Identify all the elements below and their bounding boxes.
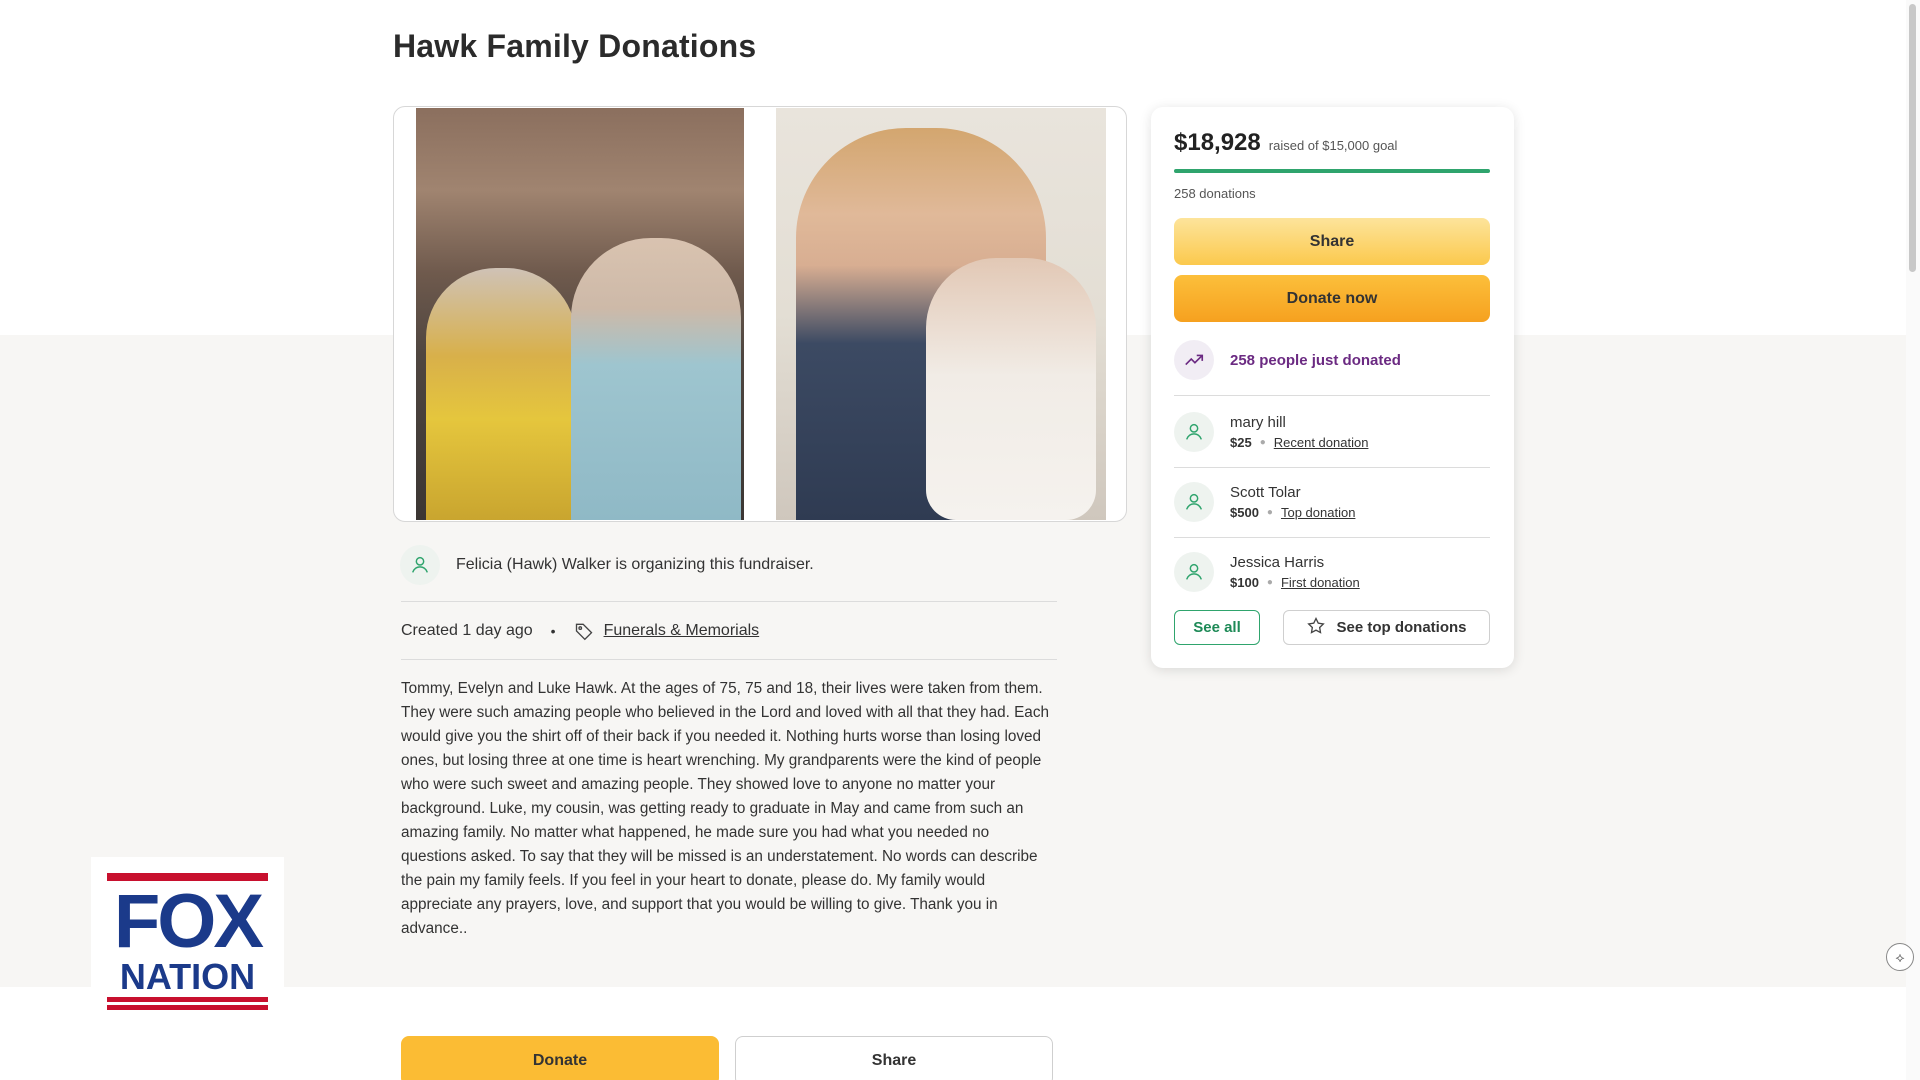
share-button[interactable]: Share <box>735 1036 1053 1080</box>
photo-figure-woman <box>426 268 576 520</box>
see-top-donations-button[interactable]: See top donations <box>1283 610 1490 645</box>
meta-separator: • <box>550 623 556 639</box>
photo-grandparents <box>416 108 744 520</box>
donor-tag-link[interactable]: Recent donation <box>1274 435 1369 450</box>
raised-summary: $18,928 raised of $15,000 goal <box>1174 129 1397 157</box>
donate-button[interactable]: Donate <box>401 1036 719 1080</box>
see-all-button[interactable]: See all <box>1174 610 1260 645</box>
donor-name: mary hill <box>1230 414 1286 431</box>
donor-amount: $500 <box>1230 505 1259 520</box>
star-icon <box>1306 616 1326 640</box>
divider <box>1174 395 1490 396</box>
fox-nation-logo: FOX NATION <box>91 857 284 1027</box>
donor-amount: $25 <box>1230 435 1252 450</box>
category-link[interactable]: Funerals & Memorials <box>604 622 760 640</box>
story-text: Tommy, Evelyn and Luke Hawk. At the ages… <box>401 680 1049 937</box>
organizer-row: Felicia (Hawk) Walker is organizing this… <box>400 545 814 585</box>
photo-figure-man <box>571 238 741 520</box>
see-top-donations-label: See top donations <box>1336 619 1467 636</box>
donor-tag-link[interactable]: Top donation <box>1281 505 1355 520</box>
organizer-text: Felicia (Hawk) Walker is organizing this… <box>456 556 814 573</box>
svg-text:FOX: FOX <box>114 879 265 964</box>
dot-separator: ● <box>1266 507 1273 518</box>
donor-item: Scott Tolar $500 ● Top donation <box>1174 482 1355 522</box>
divider <box>1174 537 1490 538</box>
progress-bar <box>1174 169 1490 173</box>
created-date: Created 1 day ago <box>401 622 533 639</box>
donor-amount: $100 <box>1230 575 1259 590</box>
donor-item: Jessica Harris $100 ● First donation <box>1174 552 1360 592</box>
divider <box>401 601 1057 602</box>
trending-up-icon <box>1174 340 1214 380</box>
photo-figure-baby <box>926 258 1096 520</box>
person-icon <box>1174 482 1214 522</box>
progress-fill <box>1174 169 1490 173</box>
donation-count: 258 donations <box>1174 186 1256 201</box>
card-share-button[interactable]: Share <box>1174 218 1490 265</box>
svg-text:NATION: NATION <box>120 956 255 997</box>
donor-name: Jessica Harris <box>1230 554 1325 571</box>
person-icon <box>400 545 440 585</box>
campaign-photo[interactable] <box>393 106 1127 522</box>
donor-tag-link[interactable]: First donation <box>1281 575 1360 590</box>
tag-icon <box>574 621 594 641</box>
divider <box>1174 467 1490 468</box>
person-icon <box>1174 412 1214 452</box>
donor-name: Scott Tolar <box>1230 484 1301 501</box>
divider <box>401 659 1057 660</box>
move-arrows-icon[interactable]: ⟡ <box>1886 943 1914 971</box>
trending-row: 258 people just donated <box>1174 340 1401 380</box>
dot-separator: ● <box>1266 577 1273 588</box>
person-icon <box>1174 552 1214 592</box>
donor-item: mary hill $25 ● Recent donation <box>1174 412 1368 452</box>
trending-text: 258 people just donated <box>1230 351 1401 369</box>
dot-separator: ● <box>1259 437 1266 448</box>
raised-goal-text: raised of $15,000 goal <box>1268 138 1398 153</box>
raised-amount: $18,928 <box>1174 129 1261 156</box>
meta-row: Created 1 day ago • Funerals & Memorials <box>401 621 759 641</box>
photo-luke-with-baby <box>776 108 1106 520</box>
page-title: Hawk Family Donations <box>393 28 757 64</box>
donate-now-button[interactable]: Donate now <box>1174 275 1490 322</box>
donation-card: $18,928 raised of $15,000 goal 258 donat… <box>1151 107 1514 668</box>
scrollbar-thumb[interactable] <box>1909 4 1916 272</box>
